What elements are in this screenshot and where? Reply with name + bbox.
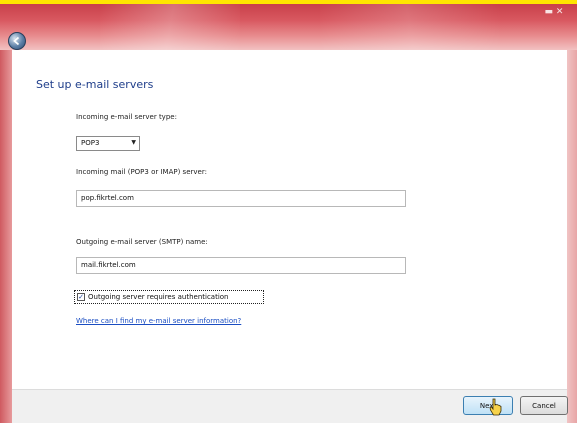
outgoing-server-label: Outgoing e-mail server (SMTP) name: — [76, 238, 208, 246]
hand-cursor-icon — [489, 398, 502, 416]
window-controls-icon[interactable]: ▬ ✕ — [543, 6, 565, 18]
incoming-server-type-select[interactable]: POP3 ▼ — [76, 136, 140, 151]
select-value: POP3 — [81, 139, 100, 147]
incoming-type-label: Incoming e-mail server type: — [76, 113, 177, 121]
title-bar: ▬ ✕ — [0, 4, 577, 50]
back-button[interactable] — [8, 32, 26, 50]
incoming-server-input[interactable]: pop.fikrtel.com — [76, 190, 406, 207]
wizard-content: Set up e-mail servers Incoming e-mail se… — [12, 50, 567, 389]
page-title: Set up e-mail servers — [36, 78, 154, 91]
title-bar-glow — [320, 4, 500, 50]
outgoing-server-input[interactable]: mail.fikrtel.com — [76, 257, 406, 274]
back-arrow-icon — [13, 36, 20, 46]
cancel-button[interactable]: Cancel — [520, 396, 568, 415]
incoming-server-value: pop.fikrtel.com — [81, 194, 134, 202]
auth-checkbox-label[interactable]: Outgoing server requires authentication — [88, 293, 229, 301]
title-bar-glow — [100, 4, 240, 50]
window-frame-right — [567, 50, 577, 423]
window-frame-left — [0, 50, 12, 423]
incoming-server-label: Incoming mail (POP3 or IMAP) server: — [76, 168, 207, 176]
auth-checkbox-row[interactable]: ✓ Outgoing server requires authenticatio… — [74, 290, 264, 304]
outgoing-server-value: mail.fikrtel.com — [81, 261, 136, 269]
chevron-down-icon: ▼ — [131, 139, 136, 146]
auth-checkbox[interactable]: ✓ — [77, 293, 85, 301]
server-info-help-link[interactable]: Where can I find my e-mail server inform… — [76, 317, 241, 325]
